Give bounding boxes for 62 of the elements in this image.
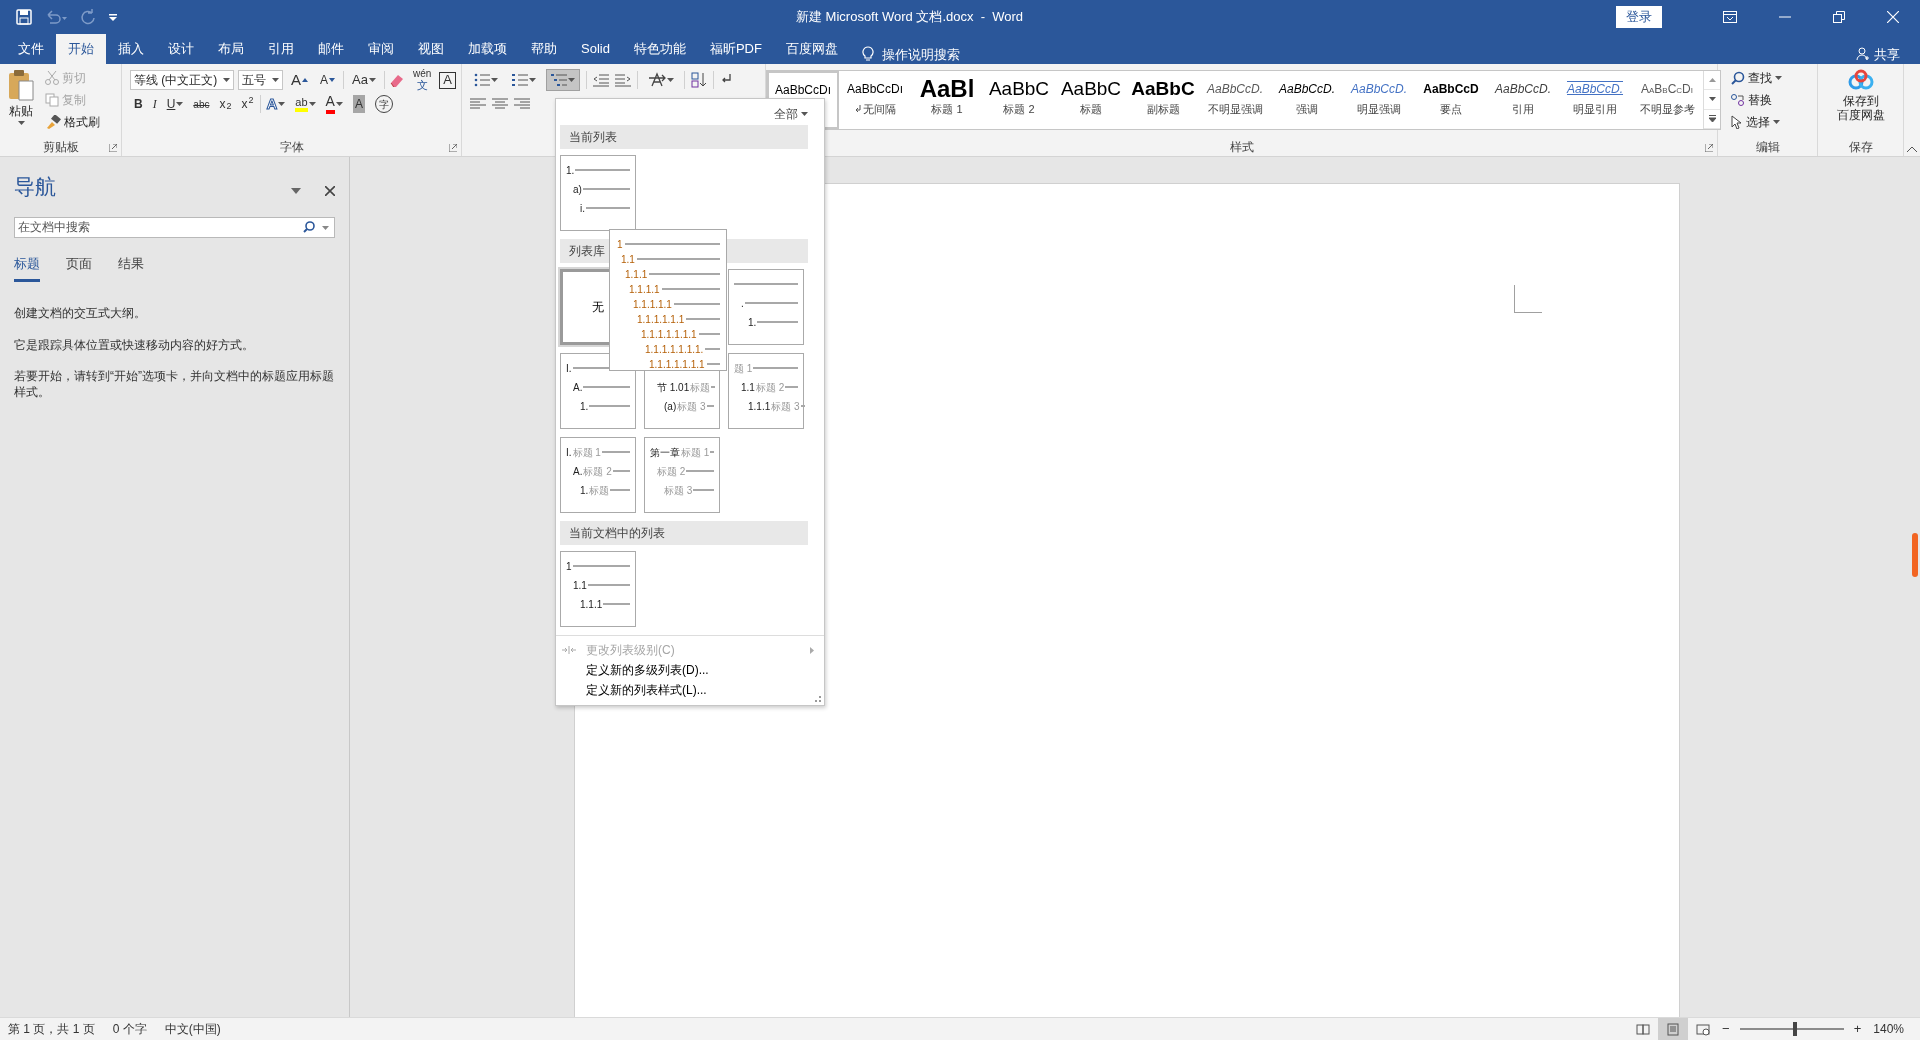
list-number: 1.1	[741, 380, 755, 395]
heading-label: 标题 1	[681, 445, 710, 460]
list-number: 1.1.1.1.1.1.1	[641, 327, 697, 342]
heading-label: 标题 1	[572, 445, 601, 460]
style-label: 不明显强调	[1207, 102, 1263, 117]
list-number: 1.1	[573, 578, 587, 593]
list-number: 1	[566, 559, 572, 574]
list-number: 1.1.1.1.1	[633, 297, 672, 312]
list-number: 1	[617, 237, 623, 252]
page-count: 第 1 页，共 1 页	[8, 1021, 95, 1038]
list-number: A.	[573, 464, 583, 479]
list-number: (a)	[664, 399, 677, 414]
section-header: 当前列表	[560, 125, 808, 149]
group-label: 样式	[1229, 139, 1254, 156]
heading-label: 标题 2	[583, 464, 612, 479]
list-number: I.	[566, 445, 572, 460]
list-number: .	[741, 296, 744, 311]
style-label: 副标题	[1146, 102, 1180, 117]
list-number: i.	[580, 201, 585, 216]
section-header: 当前文档中的列表	[560, 521, 808, 545]
help-text: 若要开始，请转到“开始”选项卡，并向文档中的标题应用标题样式。	[14, 369, 335, 401]
style-label: 标题 2	[1003, 102, 1035, 117]
word-count: 0 个字	[112, 1021, 147, 1038]
window-title: 新建 Microsoft Word 文档.docx - Word	[796, 8, 1025, 27]
heading-label: 标题 3	[677, 399, 706, 414]
list-number: 节 1.01	[657, 380, 690, 395]
heading-label: 标题 2	[755, 380, 785, 395]
heading-label: 题 1	[734, 361, 753, 376]
pane-title: 导航	[14, 174, 57, 200]
list-number: a)	[573, 182, 582, 197]
style-label: 引用	[1512, 102, 1534, 117]
heading-label: 标题 3	[771, 399, 800, 414]
list-number: 1.1.1.1.1.1.1	[649, 357, 705, 372]
style-label: 无间隔	[862, 102, 896, 117]
list-number: 1.1.1	[748, 399, 771, 414]
list-number: 1.	[748, 315, 757, 330]
style-label: 标题 1	[931, 102, 963, 117]
help-text: 创建文档的交互式大纲。	[14, 306, 147, 322]
list-number: 第一章	[650, 445, 680, 460]
language: 中文(中国)	[164, 1021, 221, 1038]
list-number: 1.	[566, 163, 575, 178]
group-label: 剪贴板	[42, 139, 79, 156]
style-label: 明显引用	[1573, 102, 1617, 117]
list-number: 1.1.1.1.1.1	[637, 312, 685, 327]
style-label: 强调	[1296, 102, 1318, 117]
list-number: 1.	[580, 399, 589, 414]
list-number: 1.1.1	[580, 597, 603, 612]
heading-label: 标题 3	[664, 483, 693, 498]
heading-label: 标题	[589, 483, 610, 498]
list-number: I.	[566, 361, 572, 376]
list-number: 1.	[580, 483, 589, 498]
heading-label: 标题 2	[657, 464, 686, 479]
style-label: 不明显参考	[1639, 102, 1695, 117]
style-label: 要点	[1440, 102, 1462, 117]
list-number: A.	[573, 380, 583, 395]
group-label: 字体	[279, 139, 304, 156]
style-label: 明显强调	[1357, 102, 1401, 117]
style-label: 标题	[1080, 102, 1102, 117]
group-label: 编辑	[1755, 139, 1780, 156]
group-label: 保存	[1848, 139, 1873, 156]
help-text: 它是跟踪具体位置或快速移动内容的好方式。	[14, 337, 255, 354]
heading-label: 标题	[690, 380, 711, 395]
